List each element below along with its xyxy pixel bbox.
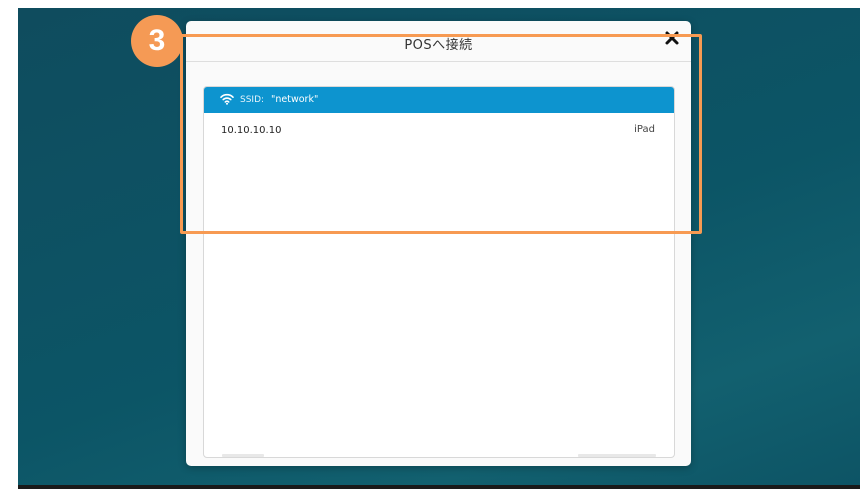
app-background: POSへ接続 SSID: "network" 10.10.10.10 iPad [18,8,860,485]
close-button[interactable] [661,27,683,49]
network-header: SSID: "network" [204,87,674,113]
screenshot-frame: POSへ接続 SSID: "network" 10.10.10.10 iPad … [0,0,860,489]
step-number-badge: 3 [131,15,183,67]
wifi-icon [220,93,234,105]
device-list-panel: SSID: "network" 10.10.10.10 iPad [203,86,675,458]
ssid-value: "network" [271,94,319,105]
device-row[interactable]: 10.10.10.10 iPad [204,119,674,143]
footer-right-text-faded [578,454,656,457]
ssid-label: SSID: [240,95,265,105]
dialog-title: POSへ接続 [404,38,473,53]
panel-footer [204,443,674,457]
dialog-header: POSへ接続 [186,21,691,62]
connect-to-pos-dialog: POSへ接続 SSID: "network" 10.10.10.10 iPad [186,21,691,466]
screen-bottom-edge [18,485,860,489]
close-icon [665,31,679,45]
device-name: iPad [634,124,655,135]
footer-left-text-faded [222,454,264,457]
device-ip-address: 10.10.10.10 [221,125,282,136]
